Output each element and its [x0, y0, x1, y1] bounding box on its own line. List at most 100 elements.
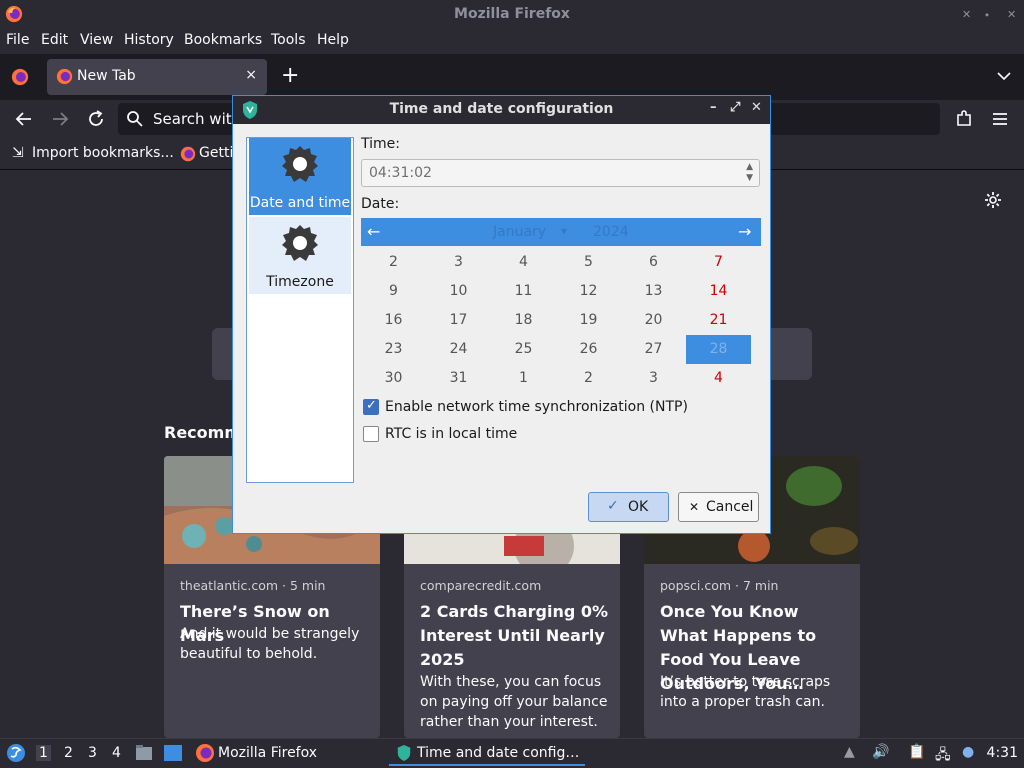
calendar-day[interactable]: 4 [686, 364, 751, 393]
rtc-checkbox[interactable] [363, 426, 379, 442]
maximize-icon[interactable]: ⤢ [730, 100, 740, 115]
calendar-day[interactable]: 28 [686, 335, 751, 364]
calendar-year[interactable]: 2024 [593, 224, 629, 240]
notification-icon[interactable]: ● [962, 744, 974, 760]
workspace-1[interactable]: 1 [36, 745, 51, 761]
clipboard-icon[interactable]: 📋 [908, 744, 925, 760]
taskbar: 1 2 3 4 Mozilla Firefox Time and date co… [0, 738, 1024, 768]
calendar-day[interactable]: 2 [361, 248, 426, 277]
calendar-day[interactable]: 17 [426, 306, 491, 335]
calendar-day[interactable]: 23 [361, 335, 426, 364]
window-titlebar: Mozilla Firefox ✕ ⬩ ✕ [0, 0, 1024, 29]
calendar-day[interactable]: 19 [556, 306, 621, 335]
time-date-dialog: Time and date configuration – ⤢ ✕ Date a… [232, 95, 771, 534]
firefox-view-icon[interactable] [11, 68, 29, 86]
restore-icon[interactable]: ⬩ [985, 8, 989, 22]
extensions-icon[interactable] [953, 108, 975, 130]
workspace-2[interactable]: 2 [64, 745, 73, 761]
minimize-icon[interactable]: ✕ [962, 8, 971, 21]
reload-icon[interactable] [85, 108, 107, 130]
calendar-day[interactable]: 14 [686, 277, 751, 306]
time-spinbox[interactable]: 04:31:02 ▲ ▼ [361, 159, 760, 187]
menu-tools[interactable]: Tools [271, 32, 306, 48]
menu-help[interactable]: Help [317, 32, 349, 48]
close-window-icon[interactable]: ✕ [1007, 8, 1016, 21]
calendar-day[interactable]: 26 [556, 335, 621, 364]
calendar-day[interactable]: 4 [491, 248, 556, 277]
cancel-button[interactable]: ✕ Cancel [678, 492, 759, 522]
calendar-header: ← January ▾ 2024 → [361, 218, 761, 246]
calendar-day[interactable]: 18 [491, 306, 556, 335]
forward-icon[interactable] [49, 108, 71, 130]
new-tab-button[interactable]: + [281, 63, 299, 88]
tabbar: New Tab × + [0, 54, 1024, 100]
menu-view[interactable]: View [80, 32, 113, 48]
story-source: comparecredit.com [420, 578, 542, 593]
task-firefox[interactable]: Mozilla Firefox [193, 742, 373, 766]
prev-month-icon[interactable]: ← [367, 222, 380, 241]
calendar-day[interactable]: 6 [621, 248, 686, 277]
calendar-day[interactable]: 31 [426, 364, 491, 393]
calendar-day[interactable]: 1 [491, 364, 556, 393]
next-month-icon[interactable]: → [738, 222, 751, 241]
date-label: Date: [361, 196, 400, 212]
import-bookmarks-icon: ⇲ [12, 145, 24, 161]
url-placeholder: Search with [153, 110, 242, 128]
calendar-day[interactable]: 12 [556, 277, 621, 306]
calendar-day[interactable]: 5 [556, 248, 621, 277]
network-icon[interactable]: 🖧 [935, 744, 951, 768]
dialog-titlebar[interactable]: Time and date configuration – ⤢ ✕ [233, 96, 770, 124]
updates-icon[interactable]: ▲ [844, 744, 855, 760]
sidebar-item-date-and-time[interactable]: Date and time [249, 138, 351, 215]
ntp-checkbox[interactable]: ✓ [363, 398, 379, 415]
close-tab-icon[interactable]: × [245, 67, 257, 83]
calendar-day[interactable]: 3 [621, 364, 686, 393]
menu-history[interactable]: History [124, 32, 174, 48]
sidebar-item-timezone[interactable]: Timezone [249, 217, 351, 294]
workspace-4[interactable]: 4 [112, 745, 121, 761]
minimize-icon[interactable]: – [710, 100, 717, 115]
close-icon[interactable]: ✕ [751, 100, 762, 115]
file-manager-icon[interactable] [135, 744, 153, 762]
calendar-day[interactable]: 24 [426, 335, 491, 364]
calendar-day[interactable]: 13 [621, 277, 686, 306]
menu-bookmarks[interactable]: Bookmarks [184, 32, 262, 48]
gear-icon[interactable] [983, 190, 1003, 210]
calendar-day[interactable]: 9 [361, 277, 426, 306]
calendar-day[interactable]: 16 [361, 306, 426, 335]
calendar-month[interactable]: January [493, 224, 546, 240]
spin-down-icon[interactable]: ▼ [746, 173, 753, 183]
hamburger-menu-icon[interactable] [989, 108, 1011, 130]
calendar-day[interactable]: 11 [491, 277, 556, 306]
calendar-day[interactable]: 20 [621, 306, 686, 335]
bookmark-getting-started[interactable]: Getti [199, 145, 233, 161]
calendar-day[interactable]: 2 [556, 364, 621, 393]
volume-icon[interactable]: 🔊 [872, 744, 889, 760]
menu-file[interactable]: File [6, 32, 29, 48]
calendar-day[interactable]: 21 [686, 306, 751, 335]
ntp-label: Enable network time synchronization (NTP… [385, 399, 688, 415]
time-value: 04:31:02 [369, 165, 432, 181]
menu-edit[interactable]: Edit [41, 32, 68, 48]
ok-label: OK [628, 499, 649, 515]
calendar-day[interactable]: 7 [686, 248, 751, 277]
chevron-down-icon[interactable] [996, 68, 1012, 84]
calendar-day[interactable]: 25 [491, 335, 556, 364]
window-title: Mozilla Firefox [454, 6, 570, 22]
show-desktop-icon[interactable] [163, 744, 183, 762]
story-source: popsci.com · 7 min [660, 578, 779, 593]
back-icon[interactable] [13, 108, 35, 130]
calendar-day[interactable]: 27 [621, 335, 686, 364]
tab-new-tab[interactable]: New Tab × [47, 59, 267, 95]
bookmark-import[interactable]: Import bookmarks... [32, 145, 174, 161]
workspace-3[interactable]: 3 [88, 745, 97, 761]
spin-up-icon[interactable]: ▲ [746, 162, 753, 172]
task-time-date[interactable]: Time and date config… [389, 742, 585, 766]
calendar-day[interactable]: 30 [361, 364, 426, 393]
calendar-day[interactable]: 10 [426, 277, 491, 306]
month-dropdown-icon[interactable]: ▾ [561, 224, 567, 238]
story-title: 2 Cards Charging 0% Interest Until Nearl… [420, 602, 609, 669]
calendar-day[interactable]: 3 [426, 248, 491, 277]
start-menu-icon[interactable] [6, 743, 26, 763]
ok-button[interactable]: ✓ OK [588, 492, 669, 522]
